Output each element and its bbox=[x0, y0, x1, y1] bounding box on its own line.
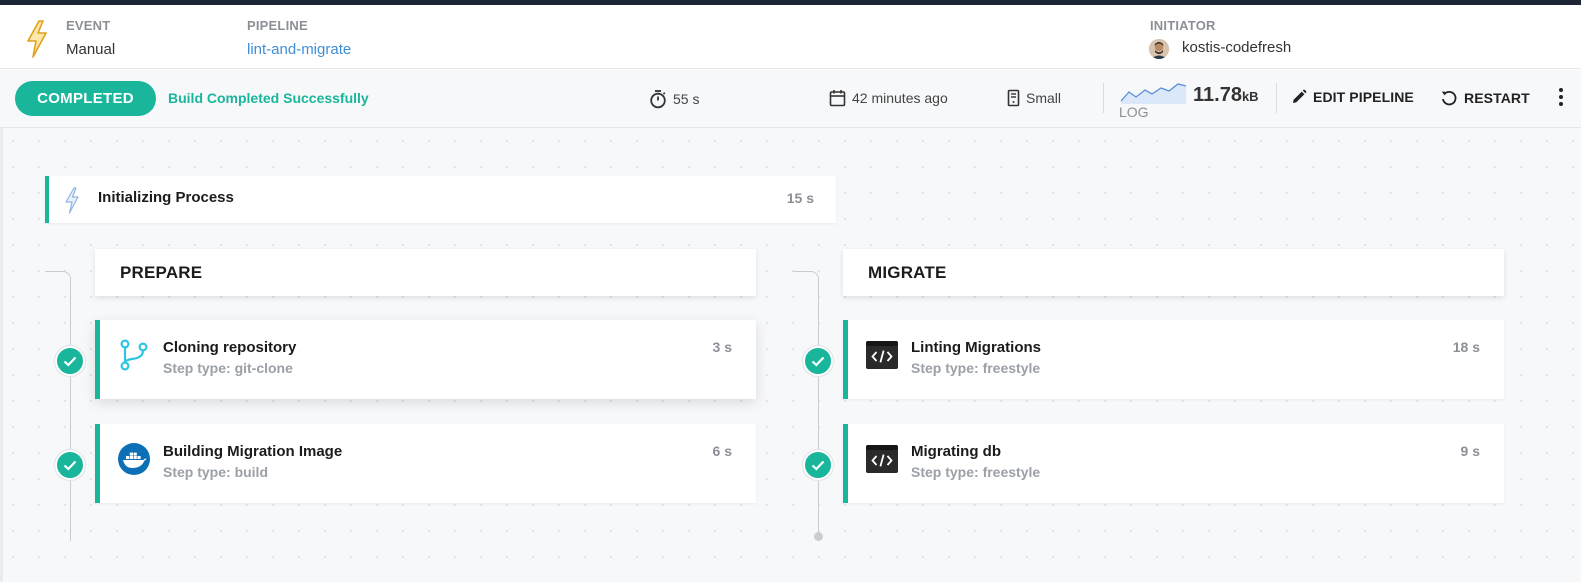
event-value: Manual bbox=[66, 41, 116, 58]
step-duration: 3 s bbox=[712, 339, 732, 355]
machine-size-text: Small bbox=[1026, 90, 1062, 106]
migrate-timeline bbox=[818, 285, 819, 536]
pipeline-label: PIPELINE bbox=[247, 18, 308, 33]
step-type: Step type: freestyle bbox=[911, 464, 1041, 480]
stage-header-migrate: MIGRATE bbox=[843, 249, 1504, 296]
step-type: Step type: git-clone bbox=[163, 360, 293, 376]
success-check-icon bbox=[803, 346, 833, 376]
git-branch-icon bbox=[120, 339, 148, 371]
start-time-text: 42 minutes ago bbox=[852, 90, 948, 106]
more-menu-icon[interactable] bbox=[1558, 88, 1564, 110]
init-step-duration: 15 s bbox=[786, 190, 814, 206]
stage-connector bbox=[45, 271, 71, 285]
log-size-unit: kB bbox=[1241, 89, 1259, 104]
canvas-left-border bbox=[0, 128, 3, 582]
lightning-icon bbox=[65, 187, 79, 214]
status-badge: COMPLETED bbox=[15, 81, 156, 116]
stage-title: MIGRATE bbox=[868, 263, 947, 282]
divider bbox=[1276, 83, 1277, 113]
init-step-card[interactable]: Initializing Process 15 s bbox=[45, 176, 836, 223]
avatar bbox=[1149, 39, 1169, 59]
build-duration: 55 s bbox=[649, 89, 699, 109]
initiator-value: kostis-codefresh bbox=[1182, 39, 1292, 56]
success-check-icon bbox=[803, 450, 833, 480]
init-step-title: Initializing Process bbox=[98, 189, 234, 206]
initiator-label: INITIATOR bbox=[1150, 18, 1216, 33]
build-machine-size: Small bbox=[1007, 89, 1061, 107]
stage-title: PREPARE bbox=[120, 263, 203, 282]
step-title: Building Migration Image bbox=[163, 443, 343, 460]
step-card-building[interactable]: Building Migration Image Step type: buil… bbox=[95, 424, 756, 503]
step-card-linting[interactable]: Linting Migrations Step type: freestyle … bbox=[843, 320, 1504, 399]
restart-label: RESTART bbox=[1464, 90, 1530, 106]
step-type: Step type: freestyle bbox=[911, 360, 1041, 376]
stage-header-prepare: PREPARE bbox=[95, 249, 756, 296]
code-terminal-icon bbox=[866, 445, 898, 473]
build-info-header: EVENT Manual PIPELINE lint-and-migrate I… bbox=[0, 5, 1581, 69]
divider bbox=[1103, 83, 1104, 113]
step-title: Linting Migrations bbox=[911, 339, 1041, 356]
log-sparkline-icon[interactable] bbox=[1120, 80, 1188, 104]
pipeline-link[interactable]: lint-and-migrate bbox=[247, 41, 351, 58]
step-title: Cloning repository bbox=[163, 339, 297, 356]
build-status-bar: COMPLETED Build Completed Successfully 5… bbox=[0, 70, 1581, 128]
code-terminal-icon bbox=[866, 341, 898, 369]
pencil-icon bbox=[1293, 89, 1307, 103]
server-icon bbox=[1007, 89, 1020, 107]
duration-text: 55 s bbox=[673, 91, 700, 107]
edit-pipeline-button[interactable]: EDIT PIPELINE bbox=[1291, 89, 1414, 105]
stage-connector bbox=[793, 271, 819, 285]
lightning-icon bbox=[27, 20, 47, 58]
step-type: Step type: build bbox=[163, 464, 268, 480]
log-size-value: 11.78 bbox=[1193, 84, 1242, 106]
log-label[interactable]: LOG bbox=[1119, 104, 1149, 120]
step-duration: 18 s bbox=[1452, 339, 1480, 355]
prepare-timeline bbox=[70, 285, 71, 541]
step-duration: 9 s bbox=[1460, 443, 1480, 459]
success-check-icon bbox=[55, 450, 85, 480]
build-start-time: 42 minutes ago bbox=[829, 89, 948, 107]
restart-button[interactable]: RESTART bbox=[1440, 89, 1530, 107]
event-label: EVENT bbox=[66, 18, 111, 33]
stopwatch-icon bbox=[650, 90, 666, 109]
success-check-icon bbox=[55, 346, 85, 376]
calendar-icon bbox=[829, 90, 846, 107]
docker-icon bbox=[118, 443, 150, 475]
step-duration: 6 s bbox=[712, 443, 732, 459]
log-size: 11.78kB bbox=[1193, 84, 1259, 107]
step-title: Migrating db bbox=[911, 443, 1001, 460]
edit-pipeline-label: EDIT PIPELINE bbox=[1313, 89, 1414, 105]
restart-icon bbox=[1441, 90, 1457, 106]
step-card-cloning[interactable]: Cloning repository Step type: git-clone … bbox=[95, 320, 756, 399]
timeline-end-dot bbox=[814, 532, 823, 541]
step-card-migrating[interactable]: Migrating db Step type: freestyle 9 s bbox=[843, 424, 1504, 503]
status-message: Build Completed Successfully bbox=[168, 90, 369, 106]
